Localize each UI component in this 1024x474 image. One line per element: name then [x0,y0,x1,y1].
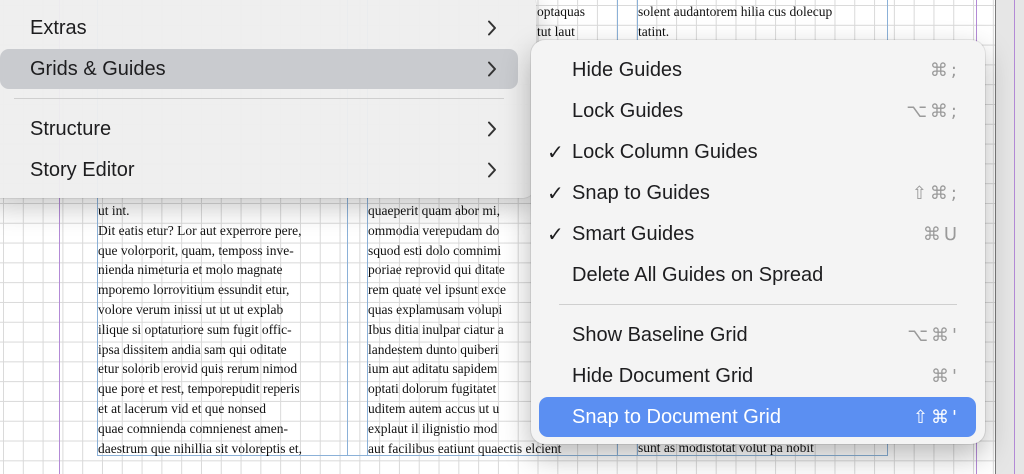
checkmark-icon: ✓ [547,182,564,205]
menu-item-label: Hide Document Grid [572,364,754,387]
menu-item-show-baseline-grid[interactable]: Show Baseline Grid ⌥⌘' [539,315,976,355]
menu-item-grids-guides[interactable]: Grids & Guides [0,49,518,89]
menu-item-label: Smart Guides [572,222,695,245]
keyboard-shortcut: ⌘' [931,365,960,387]
keyboard-shortcut: ⌘; [929,59,960,81]
menu-item-snap-to-guides[interactable]: ✓ Snap to Guides ⇧⌘; [539,173,976,213]
menu-item-smart-guides[interactable]: ✓ Smart Guides ⌘U [539,214,976,254]
menu-item-label: Hide Guides [572,58,683,81]
keyboard-shortcut: ⌥⌘' [907,324,960,346]
keyboard-shortcut: ⇧⌘; [911,182,960,204]
menu-item-hide-guides[interactable]: Hide Guides ⌘; [539,50,976,90]
menu-item-label: Extras [30,16,87,39]
menu-item-label: Snap to Document Grid [572,405,781,428]
menu-item-label: Story Editor [30,158,135,181]
menu-item-hide-document-grid[interactable]: Hide Document Grid ⌘' [539,356,976,396]
menu-item-label: Grids & Guides [30,57,166,80]
chevron-right-icon [484,59,500,79]
keyboard-shortcut: ⌥⌘; [906,100,960,122]
grids-guides-submenu: Hide Guides ⌘; Lock Guides ⌥⌘; ✓ Lock Co… [531,40,985,444]
menu-item-label: Lock Guides [572,99,684,122]
text-column-1[interactable]: ut int. Dit eatis etur? Lor aut experror… [98,201,346,459]
keyboard-shortcut: ⌘U [922,223,960,245]
view-menu-dropdown: Extras Grids & Guides Structure Story Ed… [0,0,536,198]
checkmark-icon: ✓ [547,141,564,164]
menu-item-story-editor[interactable]: Story Editor [0,150,518,190]
chevron-right-icon [484,160,500,180]
menu-separator [14,98,504,99]
menu-item-structure[interactable]: Structure [0,109,518,149]
menu-item-snap-to-document-grid[interactable]: Snap to Document Grid ⇧⌘' [539,397,976,437]
menu-item-label: Delete All Guides on Spread [572,263,824,286]
menu-item-label: Structure [30,117,112,140]
pasteboard-guide [1014,0,1015,474]
menu-item-label: Lock Column Guides [572,140,758,163]
menu-item-label: Show Baseline Grid [572,323,748,346]
menu-separator [559,304,957,305]
menu-item-delete-all-guides[interactable]: Delete All Guides on Spread [539,255,976,295]
text-column-2-top[interactable]: optaquas tut laut [537,2,617,42]
checkmark-icon: ✓ [547,223,564,246]
menu-item-lock-guides[interactable]: Lock Guides ⌥⌘; [539,91,976,131]
menu-item-label: Snap to Guides [572,181,710,204]
menu-item-lock-column-guides[interactable]: ✓ Lock Column Guides [539,132,976,172]
keyboard-shortcut: ⇧⌘' [912,406,960,428]
chevron-right-icon [484,119,500,139]
menu-item-extras[interactable]: Extras [0,8,518,48]
pasteboard [996,0,1024,474]
text-column-3-top[interactable]: solent audantorem hilia cus dolecup tati… [638,2,886,42]
chevron-right-icon [484,18,500,38]
